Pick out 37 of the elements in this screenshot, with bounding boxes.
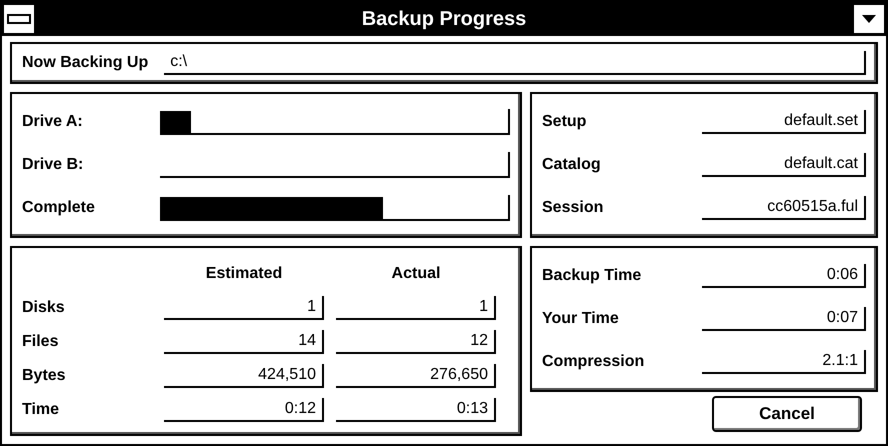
value-field: default.cat	[702, 152, 866, 177]
row-label: Files	[22, 332, 60, 352]
progress-label: Drive B:	[22, 154, 84, 175]
field-label: Setup	[542, 112, 588, 132]
column-header: Actual	[390, 264, 442, 284]
progress-label: Drive A:	[22, 112, 84, 132]
value-field: 0:12	[164, 398, 324, 422]
field-label: Session	[542, 198, 604, 218]
bar-icon	[7, 14, 31, 24]
column-header: Estimated	[204, 264, 284, 284]
value-field: 2.1:1	[702, 350, 866, 374]
window-title: Backup Progress	[362, 7, 526, 32]
value-field: 1	[164, 296, 324, 320]
field-label: Your Time	[542, 308, 620, 329]
value-field: default.set	[702, 110, 866, 134]
value-field: 424,510	[164, 364, 324, 388]
value-field: 0:06	[702, 264, 866, 288]
value-field: cc60515a.ful	[702, 196, 866, 220]
cancel-button[interactable]: Cancel	[712, 396, 862, 432]
value-field: 276,650	[336, 364, 496, 388]
row-label: Time	[22, 400, 60, 420]
progress-label: Complete	[22, 198, 96, 218]
value-field: 12	[336, 330, 496, 354]
value-field: 0:13	[336, 398, 496, 422]
down-arrow-icon	[862, 15, 876, 23]
minimize-button[interactable]	[852, 3, 886, 35]
value-field: 1	[336, 296, 496, 320]
current-path-field: c:\	[164, 51, 866, 75]
value-field: 0:07	[702, 306, 866, 331]
field-label: Catalog	[542, 154, 602, 175]
value-field: 14	[164, 330, 324, 354]
field-label: Now Backing Up	[22, 53, 148, 73]
row-label: Disks	[22, 298, 66, 318]
system-menu-button[interactable]	[2, 3, 36, 35]
row-label: Bytes	[22, 366, 67, 386]
field-label: Compression	[542, 352, 646, 372]
field-label: Backup Time	[542, 266, 642, 286]
